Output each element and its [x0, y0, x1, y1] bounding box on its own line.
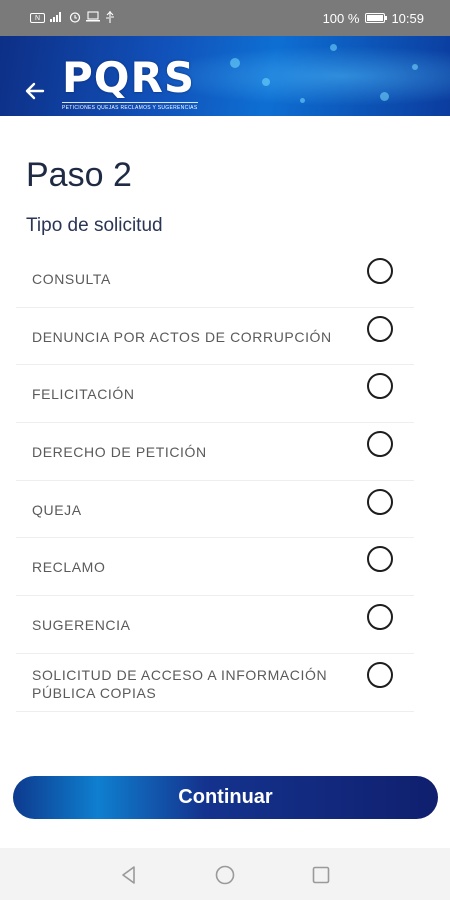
header-banner: PQRS PETICIONES QUEJAS RECLAMOS Y SUGERE…: [0, 36, 450, 116]
option-label: QUEJA: [32, 501, 82, 518]
option-label: FELICITACIÓN: [32, 386, 135, 403]
option-queja[interactable]: QUEJA: [16, 481, 414, 539]
banner-dot: [330, 44, 337, 51]
radio-button[interactable]: [367, 373, 393, 400]
radio-button[interactable]: [367, 258, 393, 284]
option-derecho-peticion[interactable]: DERECHO DE PETICIÓN: [16, 423, 414, 481]
radio-button[interactable]: [367, 604, 393, 631]
banner-dot: [380, 92, 389, 101]
option-label: DENUNCIA POR ACTOS DE CORRUPCIÓN: [32, 328, 332, 345]
option-label: RECLAMO: [32, 559, 106, 576]
radio-button[interactable]: [367, 315, 393, 342]
battery-percent: 100 %: [322, 10, 360, 26]
navigation-bar: [0, 848, 450, 900]
option-solicitud-acceso[interactable]: SOLICITUD DE ACCESO A INFORMACIÓN PÚBLIC…: [16, 654, 414, 712]
option-label: CONSULTA: [32, 271, 111, 287]
banner-dot: [230, 58, 240, 68]
option-label: SOLICITUD DE ACCESO A INFORMACIÓN PÚBLIC…: [32, 666, 328, 701]
status-right: 100 % 10:59: [323, 11, 424, 26]
request-type-options: CONSULTA DENUNCIA POR ACTOS DE CORRUPCIÓ…: [16, 250, 414, 712]
status-bar: N 100 % 10:59: [0, 0, 450, 36]
section-label: Tipo de solicitud: [26, 215, 163, 236]
signal-icon: [50, 11, 64, 25]
nav-recent-button[interactable]: [310, 864, 332, 886]
alarm-icon: [69, 11, 81, 26]
usb-icon: [105, 10, 115, 26]
option-label: SUGERENCIA: [32, 617, 131, 634]
option-denuncia[interactable]: DENUNCIA POR ACTOS DE CORRUPCIÓN: [16, 308, 414, 366]
nav-home-button[interactable]: [214, 864, 236, 886]
nav-back-button[interactable]: [118, 864, 140, 886]
battery-icon: [365, 13, 388, 23]
square-recent-icon: [312, 866, 330, 884]
option-reclamo[interactable]: RECLAMO: [16, 538, 414, 597]
radio-button[interactable]: [367, 661, 393, 688]
logo-divider: [62, 102, 198, 103]
banner-dot: [262, 78, 270, 86]
triangle-back-icon: [122, 866, 135, 884]
status-time: 10:59: [391, 10, 424, 26]
radio-button[interactable]: [367, 546, 393, 573]
option-sugerencia[interactable]: SUGERENCIA: [16, 596, 414, 654]
pqrs-logo: PQRS PETICIONES QUEJAS RECLAMOS Y SUGERE…: [62, 56, 202, 114]
nfc-icon: N: [30, 13, 45, 23]
back-button[interactable]: [20, 76, 50, 106]
option-consulta[interactable]: CONSULTA: [16, 250, 414, 308]
laptop-icon: [86, 11, 100, 25]
page-title: Paso 2: [26, 156, 132, 194]
circle-home-icon: [215, 865, 235, 885]
logo-subtitle: PETICIONES QUEJAS RECLAMOS Y SUGERENCIAS: [62, 105, 198, 111]
option-label: DERECHO DE PETICIÓN: [32, 444, 207, 461]
arrow-left-icon: [25, 82, 45, 100]
logo-text: PQRS: [62, 53, 196, 102]
status-icons: N: [30, 10, 115, 26]
radio-button[interactable]: [367, 431, 393, 458]
banner-dot: [300, 98, 305, 103]
continue-button[interactable]: Continuar: [13, 776, 438, 819]
option-felicitacion[interactable]: FELICITACIÓN: [16, 365, 414, 424]
banner-dot: [412, 64, 418, 70]
radio-button[interactable]: [367, 488, 393, 515]
